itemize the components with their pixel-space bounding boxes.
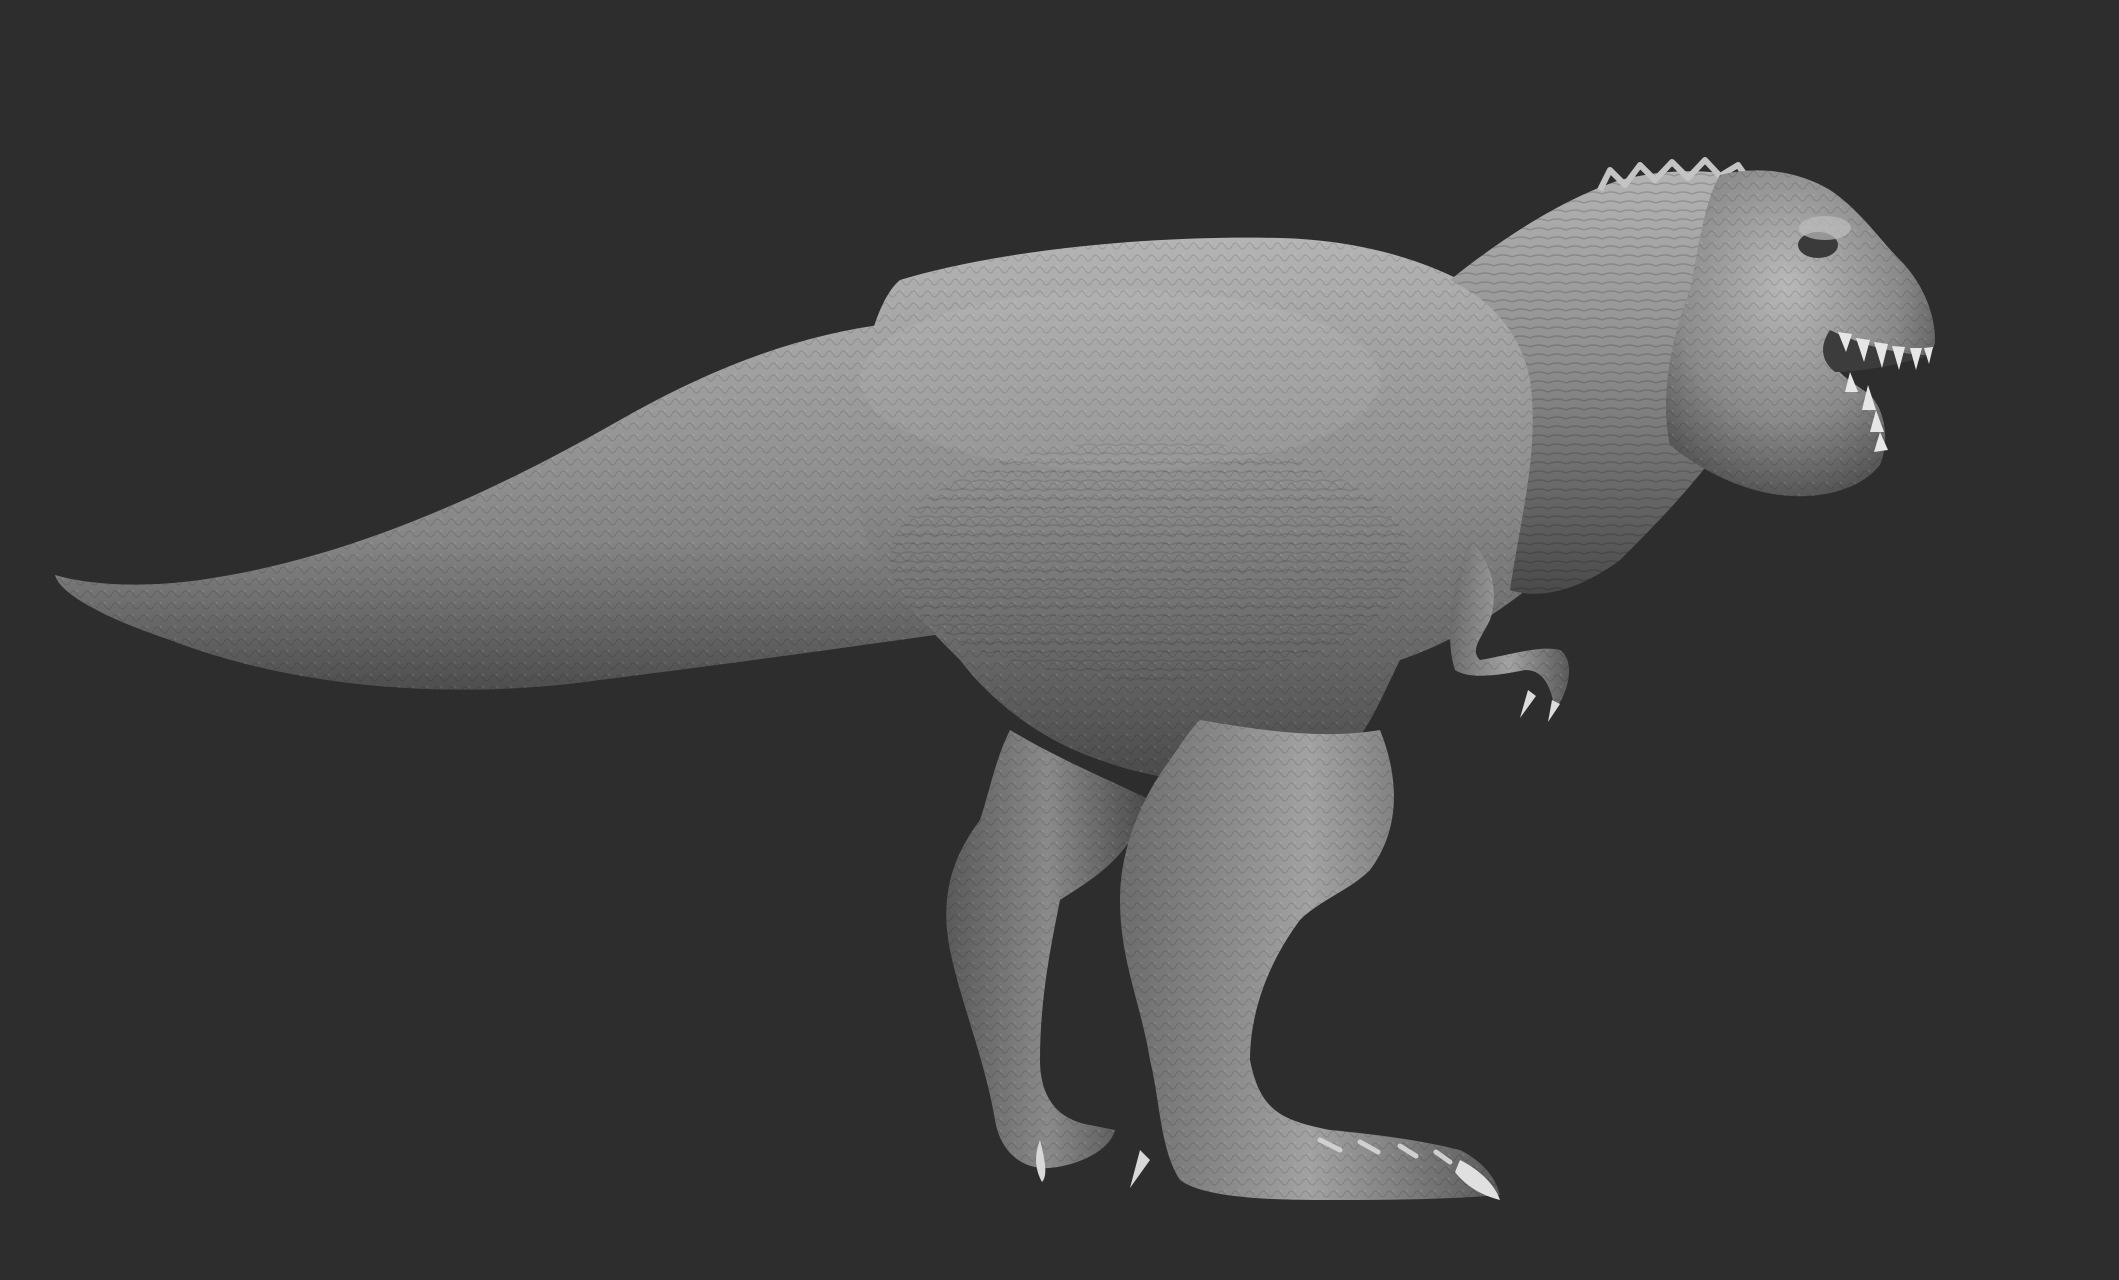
forearm-claw <box>1520 690 1536 718</box>
forearm-claw <box>1548 700 1560 722</box>
brow-bump <box>1799 216 1851 240</box>
toe-claw <box>1130 1150 1150 1188</box>
far-hind-leg <box>946 730 1150 1182</box>
near-hind-leg <box>1120 720 1500 1200</box>
head <box>1666 170 1935 497</box>
trex-sculpt-render <box>55 157 1935 1200</box>
viewport-canvas[interactable] <box>0 0 2119 1280</box>
